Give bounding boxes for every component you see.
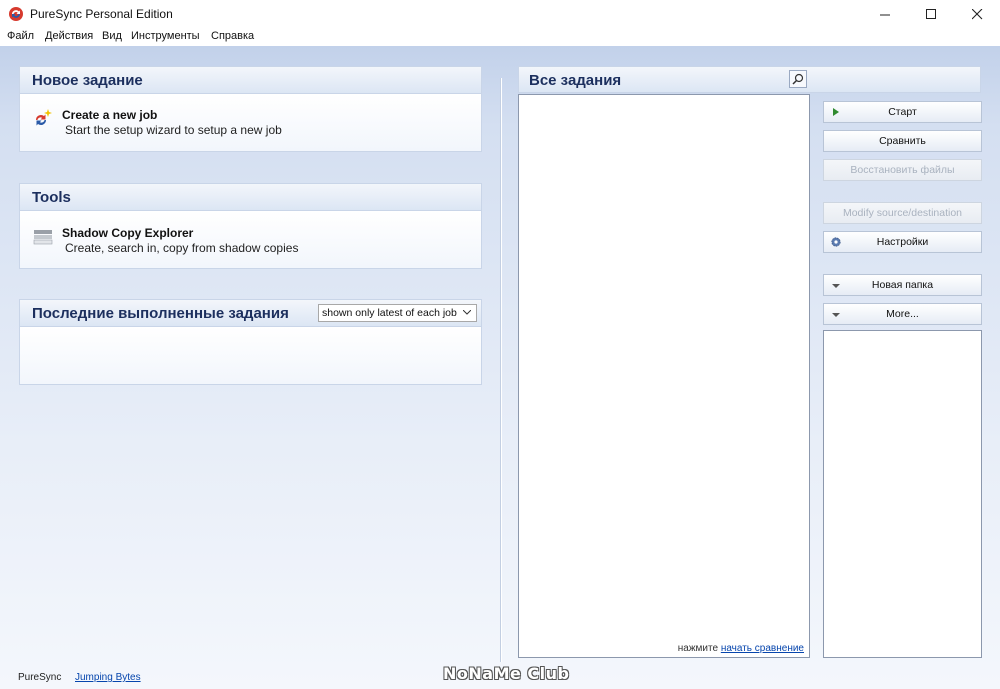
shadow-copy-subtitle: Create, search in, copy from shadow copi… xyxy=(65,241,299,255)
minimize-button[interactable] xyxy=(862,0,908,28)
more-button[interactable]: More... xyxy=(823,303,982,325)
shadow-copy-icon xyxy=(33,230,53,245)
status-app-name: PureSync xyxy=(18,672,62,683)
all-jobs-header: Все задания xyxy=(518,66,981,93)
modify-source-destination-button[interactable]: Modify source/destination xyxy=(823,202,982,224)
jumping-bytes-link[interactable]: Jumping Bytes xyxy=(75,672,141,683)
settings-button[interactable]: Настройки xyxy=(823,231,982,253)
start-button[interactable]: Старт xyxy=(823,101,982,123)
gear-icon xyxy=(831,237,841,247)
settings-button-label: Настройки xyxy=(876,236,929,248)
recent-jobs-title: Последние выполненные задания xyxy=(32,305,289,322)
menu-tools[interactable]: Инструменты xyxy=(131,30,200,42)
new-folder-label: Новая папка xyxy=(871,279,934,291)
window-title: PureSync Personal Edition xyxy=(30,7,173,21)
all-jobs-list[interactable]: нажмите начать сравнение xyxy=(518,94,810,658)
minimize-icon xyxy=(879,14,890,15)
shadow-copy-title: Shadow Copy Explorer xyxy=(62,226,194,240)
maximize-button[interactable] xyxy=(908,0,954,28)
app-logo-icon xyxy=(9,7,23,21)
tools-panel: Tools Shadow Copy Explorer Create, searc… xyxy=(19,183,482,269)
create-job-item[interactable]: Create a new job Start the setup wizard … xyxy=(20,94,481,151)
play-icon xyxy=(833,108,839,116)
recent-filter-value: shown only latest of each job xyxy=(322,307,457,319)
menu-help[interactable]: Справка xyxy=(211,30,254,42)
menu-file[interactable]: Файл xyxy=(7,30,34,42)
create-job-subtitle: Start the setup wizard to setup a new jo… xyxy=(65,123,282,137)
new-job-panel: Новое задание Create a new job Start the… xyxy=(19,66,482,152)
start-button-label: Старт xyxy=(888,106,917,118)
menu-view[interactable]: Вид xyxy=(102,30,122,42)
compare-button[interactable]: Сравнить xyxy=(823,130,982,152)
recent-jobs-header: Последние выполненные задания shown only… xyxy=(20,300,481,327)
triangle-down-icon xyxy=(832,313,840,317)
new-job-wizard-icon xyxy=(36,109,52,126)
chevron-down-icon xyxy=(463,310,471,315)
start-compare-link[interactable]: начать сравнение xyxy=(721,643,804,654)
more-label: More... xyxy=(886,308,919,320)
search-button[interactable] xyxy=(789,70,807,88)
recent-jobs-list xyxy=(20,327,481,384)
restore-files-label: Восстановить файлы xyxy=(850,164,955,176)
close-icon xyxy=(971,8,982,19)
search-icon xyxy=(792,73,804,85)
menu-actions[interactable]: Действия xyxy=(45,30,93,42)
modify-source-destination-label: Modify source/destination xyxy=(842,207,963,219)
create-job-title: Create a new job xyxy=(62,108,158,122)
title-bar: PureSync Personal Edition xyxy=(0,0,1000,28)
restore-files-button[interactable]: Восстановить файлы xyxy=(823,159,982,181)
tools-header: Tools xyxy=(20,184,481,211)
compare-hint: нажмите начать сравнение xyxy=(678,643,804,654)
compare-hint-text: нажмите xyxy=(677,643,719,654)
side-list-box[interactable] xyxy=(823,330,982,658)
compare-button-label: Сравнить xyxy=(879,135,926,147)
watermark-logo: NoNaMe Club xyxy=(443,664,570,683)
close-button[interactable] xyxy=(954,0,1000,28)
triangle-down-icon xyxy=(832,284,840,288)
pane-divider[interactable] xyxy=(500,78,502,662)
maximize-icon xyxy=(925,8,936,19)
shadow-copy-item[interactable]: Shadow Copy Explorer Create, search in, … xyxy=(20,211,481,268)
new-job-header: Новое задание xyxy=(20,67,481,94)
recent-jobs-panel: Последние выполненные задания shown only… xyxy=(19,299,482,385)
menu-bar: Файл Действия Вид Инструменты Справка xyxy=(0,28,1000,46)
recent-filter-select[interactable]: shown only latest of each job xyxy=(318,304,477,322)
new-folder-button[interactable]: Новая папка xyxy=(823,274,982,296)
